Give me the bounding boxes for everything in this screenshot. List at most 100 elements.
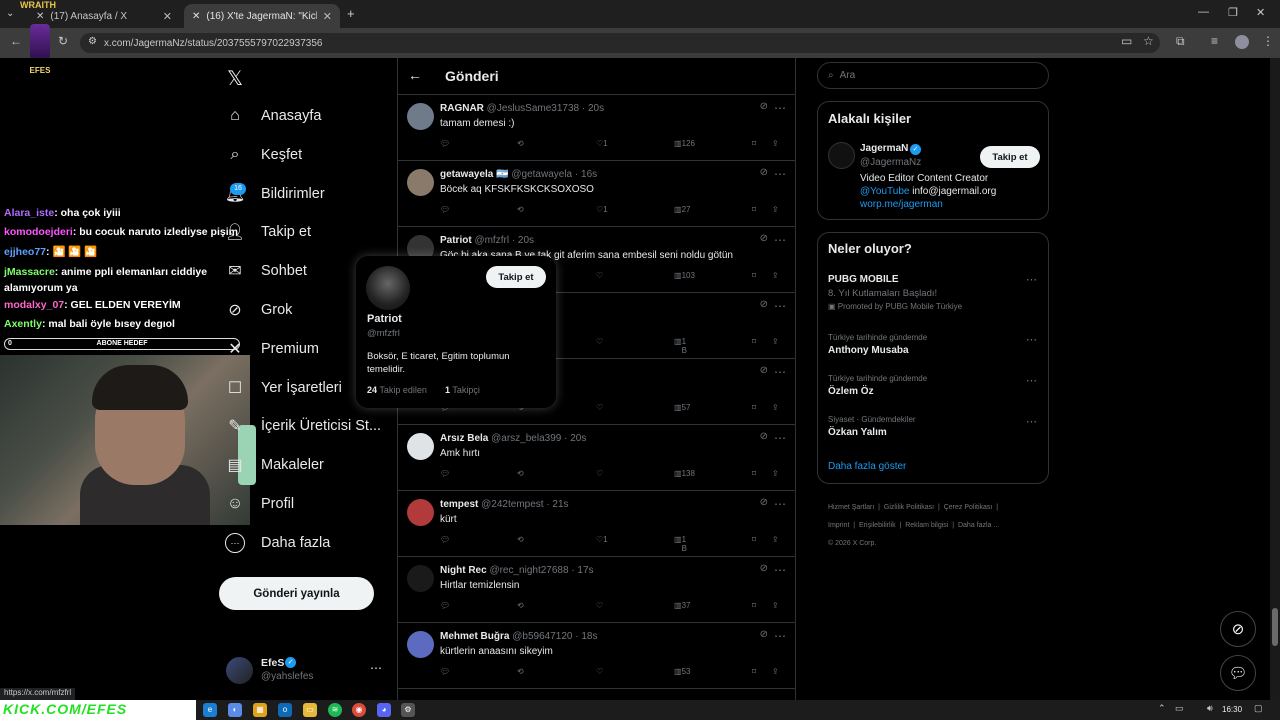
search-input[interactable]: ⌕ Ara [817, 62, 1049, 89]
grok-icon[interactable]: ⊘ [760, 167, 768, 178]
bookmark-icon[interactable]: ⌑ [752, 271, 756, 280]
like-icon[interactable]: ♡ 1 [596, 535, 608, 544]
nav-bookmarks[interactable]: ☐ Yer İşaretleri [225, 371, 342, 405]
more-icon[interactable]: ⋯ [774, 233, 786, 247]
grok-fab[interactable]: ⊘ [1220, 611, 1256, 647]
extensions-icon[interactable]: ⧉ [1176, 34, 1185, 49]
tweet[interactable]: Mehmet Buğra @b59647120 · 18s kürtlerin a… [397, 623, 796, 689]
chat-fab[interactable]: 💬︎ [1220, 655, 1256, 691]
like-icon[interactable]: ♡ [596, 337, 603, 346]
nav-more[interactable]: ⋯ Daha fazla [225, 526, 330, 560]
share-icon[interactable]: ⇪ [772, 337, 779, 346]
network-icon[interactable]: ▭ [1175, 703, 1184, 714]
post-button[interactable]: Gönderi yayınla [219, 577, 374, 610]
nav-chat[interactable]: ✉ Sohbet [225, 254, 307, 288]
share-icon[interactable]: ⇪ [772, 403, 779, 412]
bookmark-icon[interactable]: ⌑ [752, 139, 756, 148]
grok-icon[interactable]: ⊘ [760, 431, 768, 442]
trend-item[interactable]: Türkiye tarihinde gündemde Anthony Musab… [828, 333, 1028, 356]
tweet[interactable]: getawayela 🇦🇷 @getawayela · 16s Böcek aq … [397, 161, 796, 227]
discord-icon[interactable]: ◕ [377, 703, 391, 717]
retweet-icon[interactable]: ⟲ [517, 469, 524, 478]
hovercard-name[interactable]: Patriot [367, 313, 402, 325]
tweet-author[interactable]: Patriot @mfzfrl · 20s [440, 235, 534, 246]
bookmark-star-icon[interactable]: ☆ [1143, 34, 1154, 48]
bookmark-icon[interactable]: ⌑ [752, 535, 756, 544]
tweet-author[interactable]: Night Rec @rec_night27688 · 17s [440, 565, 594, 576]
back-icon[interactable]: ← [10, 34, 22, 48]
reply-icon[interactable]: 💬︎ [440, 667, 450, 676]
avatar[interactable] [828, 142, 855, 169]
more-icon[interactable]: ⋯ [774, 629, 786, 643]
avatar[interactable] [407, 499, 434, 526]
settings-icon[interactable]: ⚙ [401, 703, 415, 717]
share-icon[interactable]: ⇪ [772, 667, 779, 676]
like-icon[interactable]: ♡ [596, 403, 603, 412]
store-icon[interactable]: ▦ [253, 703, 267, 717]
scrollbar-thumb[interactable] [1272, 608, 1278, 646]
bookmark-icon[interactable]: ⌑ [752, 601, 756, 610]
grok-icon[interactable]: ⊘ [760, 299, 768, 310]
nav-follow[interactable]: 👤︎ Takip et [225, 215, 311, 249]
retweet-icon[interactable]: ⟲ [517, 667, 524, 676]
footer-link[interactable]: Gizlilik Politikası [884, 504, 934, 511]
notification-center-icon[interactable]: ▢ [1254, 703, 1263, 714]
views-icon[interactable]: ▥ 138 [674, 469, 695, 478]
cast-icon[interactable]: ▭ [1121, 34, 1132, 48]
reply-icon[interactable]: 💬︎ [440, 205, 450, 214]
footer-link[interactable]: Reklam bilgisi [905, 522, 948, 529]
more-icon[interactable]: ⋯ [1026, 273, 1037, 286]
trend-item[interactable]: PUBG MOBILE 8. Yıl Kutlamaları Başladı! … [828, 274, 1038, 314]
tweet[interactable]: tempest @242tempest · 21s kürt ⊘ ⋯ 💬︎ ⟲ ♡ 1 ▥ 1… [397, 491, 796, 557]
youtube-link[interactable]: @YouTube [860, 186, 909, 197]
views-icon[interactable]: ▥ 103 [674, 271, 695, 280]
grok-icon[interactable]: ⊘ [760, 233, 768, 244]
menu-icon[interactable]: ⋮ [1262, 34, 1274, 48]
share-icon[interactable]: ⇪ [772, 139, 779, 148]
volume-icon[interactable]: 🔊︎ [1207, 703, 1213, 714]
followers-count[interactable]: 1 Takipçi [445, 385, 480, 395]
bookmark-icon[interactable]: ⌑ [752, 205, 756, 214]
tweet-author[interactable]: tempest @242tempest · 21s [440, 499, 569, 510]
nav-articles[interactable]: ▤ Makaleler [225, 448, 323, 482]
avatar[interactable] [407, 169, 434, 196]
tweet-author[interactable]: getawayela 🇦🇷 @getawayela · 16s [440, 169, 597, 180]
url-bar[interactable]: x.com/JagermaNz/status/20375557970229373… [80, 33, 1160, 53]
reply-icon[interactable]: 💬︎ [440, 535, 450, 544]
more-icon[interactable]: ⋯ [774, 431, 786, 445]
reply-icon[interactable]: 💬︎ [440, 469, 450, 478]
more-icon[interactable]: ⋯ [370, 661, 382, 675]
person-name[interactable]: JagermaN [860, 143, 908, 154]
views-icon[interactable]: ▥ 1 B [674, 337, 687, 355]
more-icon[interactable]: ⋯ [774, 563, 786, 577]
bookmark-icon[interactable]: ⌑ [752, 469, 756, 478]
like-icon[interactable]: ♡ 1 [596, 139, 608, 148]
close-icon[interactable]: ✕ [163, 10, 172, 23]
avatar[interactable] [407, 433, 434, 460]
back-arrow-icon[interactable]: ← [408, 67, 422, 83]
like-icon[interactable]: ♡ 1 [596, 205, 608, 214]
avatar[interactable] [407, 565, 434, 592]
nav-grok[interactable]: ⊘ Grok [225, 293, 292, 327]
footer-link[interactable]: Imprint [828, 522, 849, 529]
tweet[interactable]: Night Rec @rec_night27688 · 17s Hirtlar t… [397, 557, 796, 623]
share-icon[interactable]: ⇪ [772, 601, 779, 610]
like-icon[interactable]: ♡ [596, 469, 603, 478]
new-tab-icon[interactable]: + [347, 6, 355, 21]
bookmark-icon[interactable]: ⌑ [752, 337, 756, 346]
edge-icon[interactable]: e [203, 703, 217, 717]
maximize-icon[interactable]: ❐ [1228, 6, 1238, 19]
nav-home[interactable]: ⌂ Anasayfa [225, 99, 321, 133]
bookmark-icon[interactable]: ⌑ [752, 403, 756, 412]
share-icon[interactable]: ⇪ [772, 205, 779, 214]
following-count[interactable]: 24 Takip edilen [367, 385, 427, 395]
views-icon[interactable]: ▥ 37 [674, 601, 690, 610]
follow-button[interactable]: Takip et [980, 146, 1040, 168]
grok-icon[interactable]: ⊘ [760, 497, 768, 508]
trend-item[interactable]: Siyaset · Gündemdekiler Özkan Yalım [828, 415, 1028, 438]
x-logo-icon[interactable]: 𝕏 [227, 66, 243, 91]
share-icon[interactable]: ⇪ [772, 535, 779, 544]
more-icon[interactable]: ⋯ [774, 299, 786, 313]
tweet-author[interactable]: RAGNAR @JeslusSame31738 · 20s [440, 103, 604, 114]
window-close-icon[interactable]: ✕ [1256, 6, 1265, 19]
